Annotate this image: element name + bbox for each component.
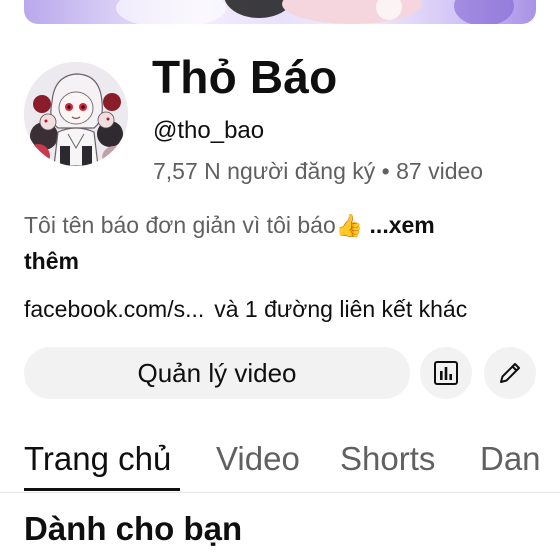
analytics-button[interactable] [420, 347, 472, 399]
channel-banner[interactable] [24, 0, 536, 24]
extra-links-text[interactable]: và 1 đường liên kết khác [214, 296, 467, 322]
active-tab-indicator [24, 488, 180, 491]
tab-shorts[interactable]: Shorts [340, 440, 435, 478]
channel-stats: 7,57 N người đăng ký • 87 video [153, 158, 484, 184]
see-more-link[interactable]: ...xem [370, 212, 435, 238]
see-more-link-continued[interactable]: thêm [24, 248, 79, 274]
edit-channel-button[interactable] [484, 347, 536, 399]
channel-links[interactable]: facebook.com/s... và 1 đường liên kết khá… [24, 296, 467, 323]
facebook-link[interactable]: facebook.com/s... [24, 296, 204, 322]
avatar-illustration [24, 62, 128, 166]
tab-videos[interactable]: Video [216, 440, 300, 478]
channel-handle: @tho_bao [153, 117, 265, 144]
manage-videos-button[interactable]: Quản lý video [24, 347, 410, 399]
channel-avatar[interactable] [24, 62, 128, 166]
channel-description[interactable]: Tôi tên báo đơn giản vì tôi báo👍 ...xem … [24, 208, 504, 278]
analytics-icon [434, 361, 458, 385]
tab-playlists[interactable]: Dan [480, 440, 541, 478]
channel-tabs: Trang chủ Video Shorts Dan [0, 432, 560, 492]
description-text: Tôi tên báo đơn giản vì tôi báo [24, 212, 336, 238]
section-title: Dành cho bạn [24, 510, 243, 547]
tab-home[interactable]: Trang chủ [24, 440, 171, 478]
thumbs-up-icon: 👍 [335, 214, 364, 239]
channel-name: Thỏ Báo [152, 51, 338, 103]
pencil-icon [500, 363, 520, 383]
manage-videos-label: Quản lý video [137, 357, 297, 388]
tabs-divider [0, 492, 560, 493]
